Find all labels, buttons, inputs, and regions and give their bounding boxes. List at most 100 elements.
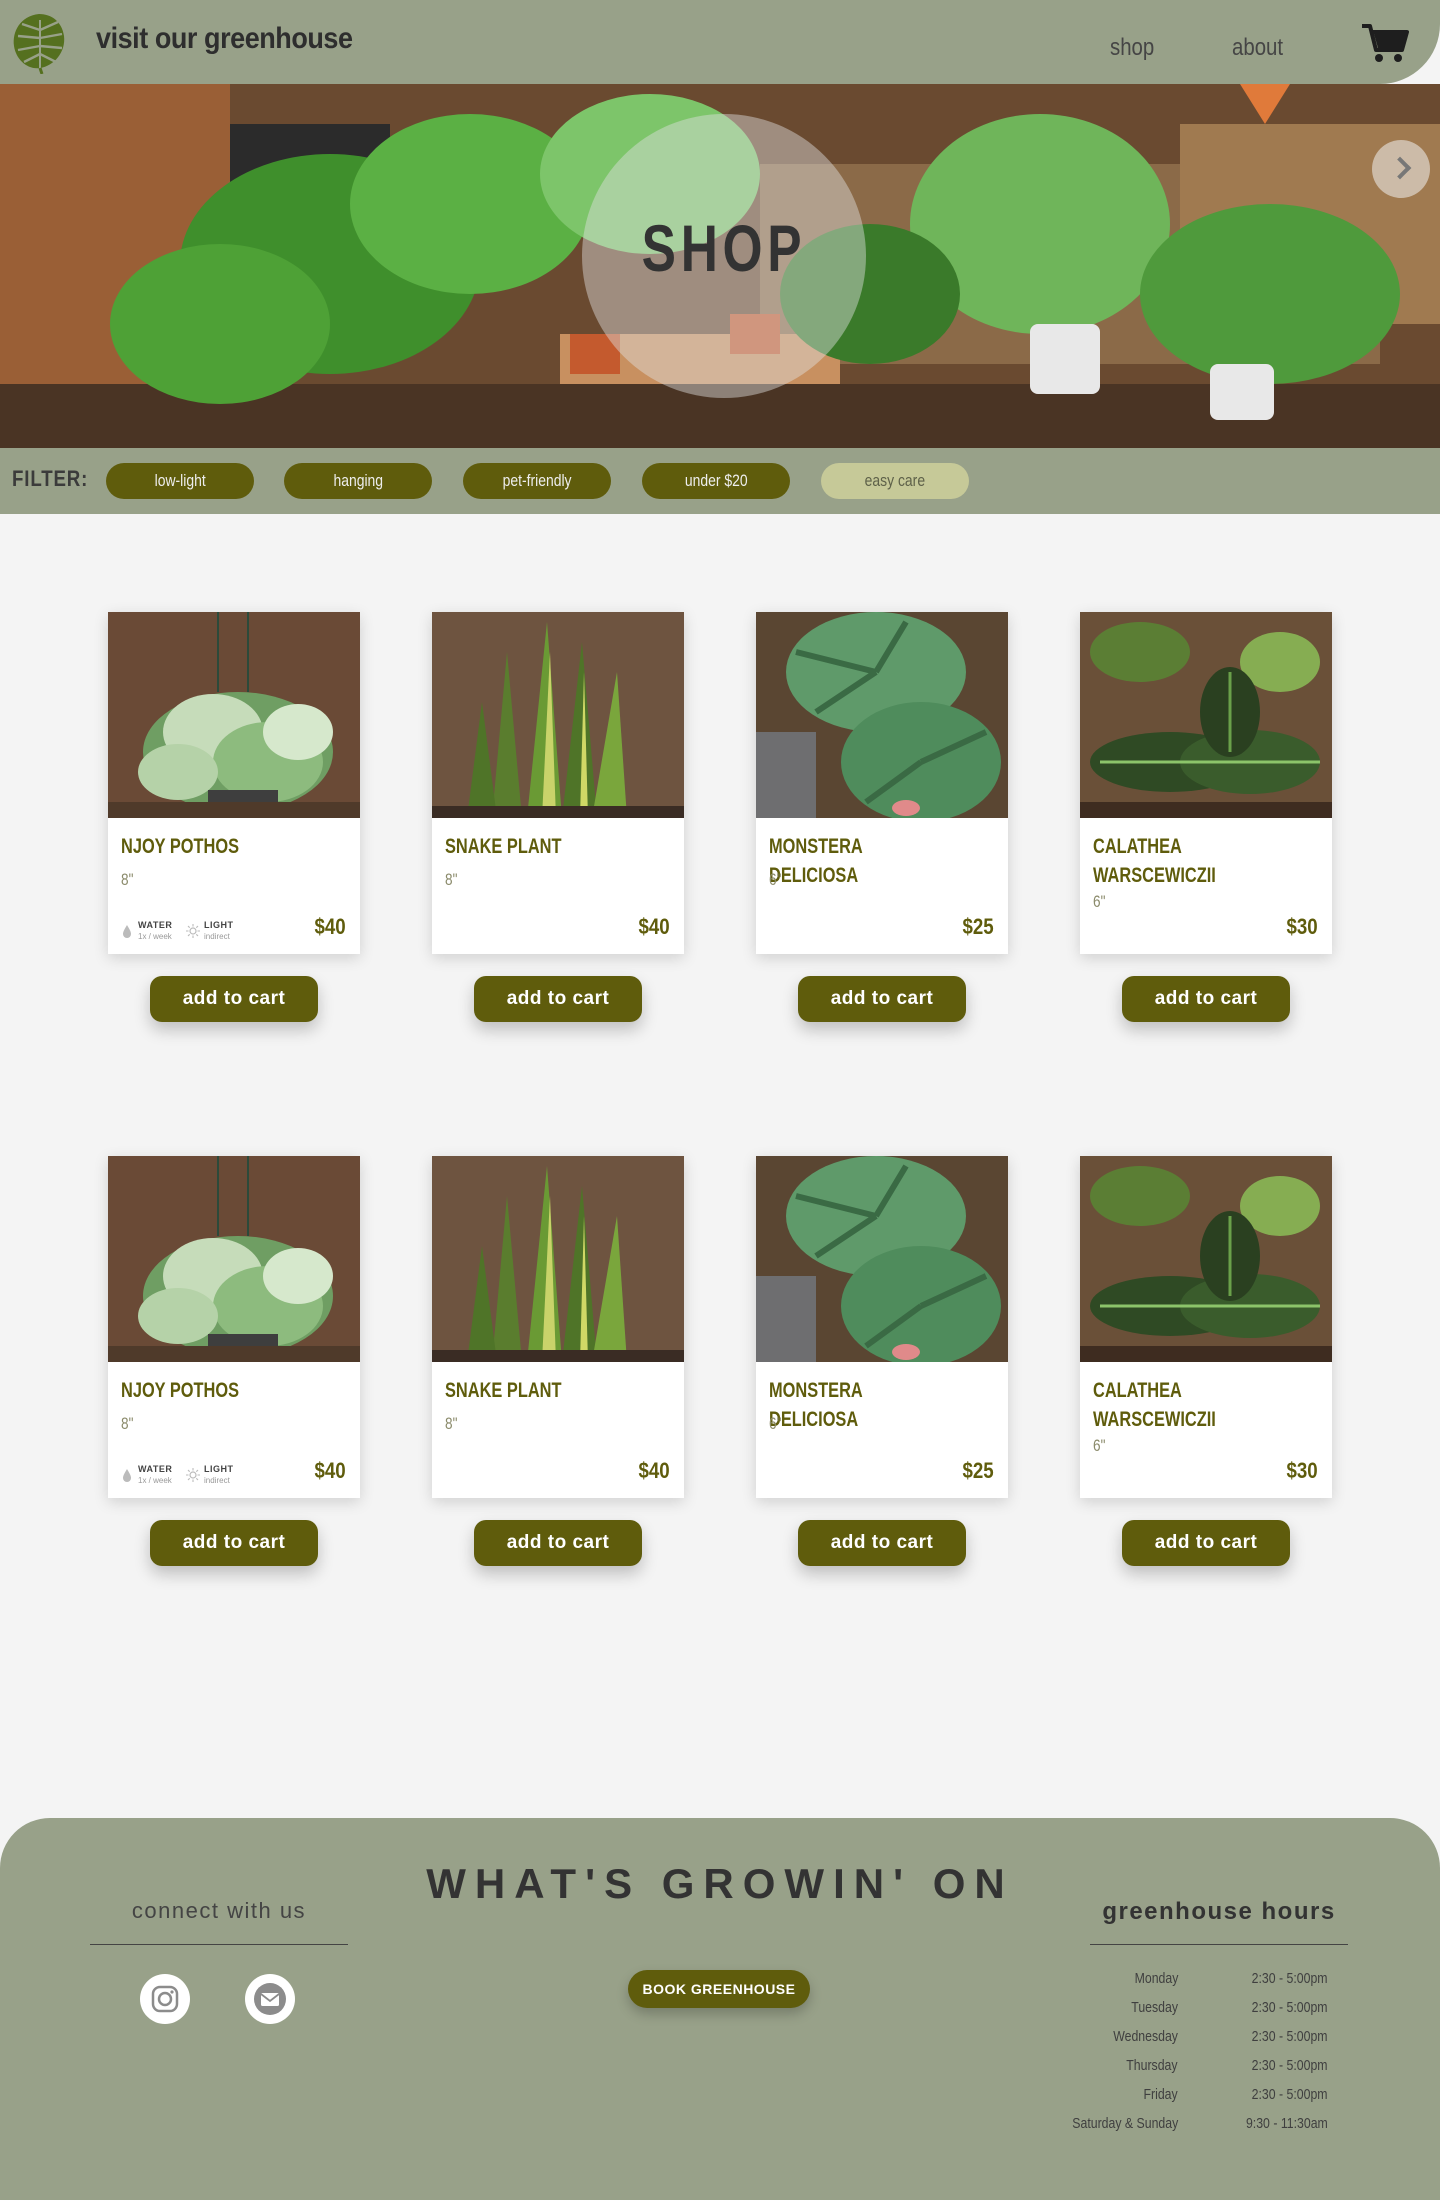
filter-chip-label: easy care bbox=[864, 471, 926, 490]
product-card[interactable]: MONSTERA DELICIOSA 6" $25 bbox=[756, 612, 1008, 954]
product-card[interactable]: MONSTERA DELICIOSA 6" $25 bbox=[756, 1156, 1008, 1498]
product-card[interactable]: CALATHEA WARSCEWICZII 6" $30 bbox=[1080, 1156, 1332, 1498]
product-card[interactable]: NJOY POTHOS 8" WATER 1x / week LIGHT indirect… bbox=[108, 1156, 360, 1498]
hours-title: greenhouse hours bbox=[1102, 1898, 1336, 1925]
filter-label: FILTER: bbox=[12, 466, 89, 491]
add-to-cart-button[interactable]: add to cart bbox=[798, 976, 966, 1022]
hours-row: Monday 2:30 - 5:00pm bbox=[1040, 1970, 1340, 1994]
product-size: 6" bbox=[769, 1414, 782, 1433]
water-label: WATER bbox=[138, 920, 173, 930]
product-card[interactable]: CALATHEA WARSCEWICZII 6" $30 bbox=[1080, 612, 1332, 954]
add-to-cart-button[interactable]: add to cart bbox=[150, 1520, 318, 1566]
instagram-icon bbox=[151, 1985, 179, 2013]
nav-about-link[interactable]: about bbox=[1232, 34, 1283, 62]
product-price: $40 bbox=[638, 914, 670, 939]
hours-row: Saturday & Sunday 9:30 - 11:30am bbox=[1040, 2115, 1340, 2139]
filter-chip-pet-friendly[interactable]: pet-friendly bbox=[463, 463, 611, 499]
product-size: 6" bbox=[769, 870, 782, 889]
add-to-cart-button[interactable]: add to cart bbox=[1122, 1520, 1290, 1566]
filter-chip-easy-care[interactable]: easy care bbox=[821, 463, 969, 499]
product-size: 8" bbox=[121, 1414, 134, 1433]
hours-row: Tuesday 2:30 - 5:00pm bbox=[1040, 1999, 1340, 2023]
water-value: 1x / week bbox=[138, 932, 172, 941]
hours-time: 2:30 - 5:00pm bbox=[1252, 1999, 1328, 2016]
hero-title: SHOP bbox=[641, 211, 807, 285]
product-name[interactable]: CALATHEA WARSCEWICZII bbox=[1093, 1376, 1272, 1434]
product-price: $30 bbox=[1286, 1458, 1318, 1483]
product-price: $25 bbox=[962, 914, 994, 939]
water-drop-icon bbox=[123, 1469, 131, 1482]
hours-time: 2:30 - 5:00pm bbox=[1252, 2028, 1328, 2045]
product-name[interactable]: MONSTERA DELICIOSA bbox=[769, 1376, 948, 1434]
hours-time: 2:30 - 5:00pm bbox=[1252, 2086, 1328, 2103]
footer-headline: WHAT'S GROWIN' ON bbox=[426, 1860, 1014, 1907]
add-to-cart-button[interactable]: add to cart bbox=[150, 976, 318, 1022]
cart-icon[interactable] bbox=[1360, 20, 1410, 64]
filter-chip-label: hanging bbox=[333, 471, 383, 490]
hours-divider bbox=[1090, 1944, 1348, 1945]
product-image[interactable] bbox=[432, 1156, 684, 1362]
email-button[interactable] bbox=[245, 1974, 295, 2024]
filter-chip-label: low-light bbox=[154, 471, 206, 490]
product-price: $30 bbox=[1286, 914, 1318, 939]
hours-row: Thursday 2:30 - 5:00pm bbox=[1040, 2057, 1340, 2081]
add-to-cart-button[interactable]: add to cart bbox=[798, 1520, 966, 1566]
product-name[interactable]: NJOY POTHOS bbox=[121, 832, 300, 861]
instagram-button[interactable] bbox=[140, 1974, 190, 2024]
product-image[interactable] bbox=[756, 1156, 1008, 1362]
product-name[interactable]: SNAKE PLANT bbox=[445, 1376, 624, 1405]
hours-day: Tuesday bbox=[1131, 1999, 1178, 2016]
product-name[interactable]: CALATHEA WARSCEWICZII bbox=[1093, 832, 1272, 890]
product-name[interactable]: SNAKE PLANT bbox=[445, 832, 624, 861]
nav-shop-link[interactable]: shop bbox=[1110, 34, 1154, 62]
add-to-cart-button[interactable]: add to cart bbox=[474, 1520, 642, 1566]
product-image[interactable] bbox=[756, 612, 1008, 818]
product-price: $40 bbox=[638, 1458, 670, 1483]
sun-icon bbox=[186, 924, 200, 938]
product-card[interactable]: NJOY POTHOS 8" WATER 1x / week LIGHT indirect… bbox=[108, 612, 360, 954]
product-image[interactable] bbox=[1080, 1156, 1332, 1362]
filter-chip-under-20[interactable]: under $20 bbox=[642, 463, 790, 499]
product-image[interactable] bbox=[108, 1156, 360, 1362]
product-price: $40 bbox=[314, 914, 346, 939]
hours-day: Monday bbox=[1134, 1970, 1178, 1987]
filter-chip-hanging[interactable]: hanging bbox=[284, 463, 432, 499]
hours-day: Wednesday bbox=[1113, 2028, 1178, 2045]
water-drop-icon bbox=[123, 925, 131, 938]
product-size: 8" bbox=[445, 1414, 458, 1433]
product-name[interactable]: MONSTERA DELICIOSA bbox=[769, 832, 948, 890]
hours-row: Wednesday 2:30 - 5:00pm bbox=[1040, 2028, 1340, 2052]
hours-time: 9:30 - 11:30am bbox=[1246, 2115, 1328, 2132]
water-label: WATER bbox=[138, 1464, 173, 1474]
product-image[interactable] bbox=[108, 612, 360, 818]
product-price: $25 bbox=[962, 1458, 994, 1483]
product-image[interactable] bbox=[432, 612, 684, 818]
hours-day: Thursday bbox=[1126, 2057, 1178, 2074]
site-header: visit our greenhouse shop about bbox=[0, 0, 1440, 84]
site-footer: connect with us WHAT'S GROWIN' ON BOOK G… bbox=[0, 1818, 1440, 2200]
hours-time: 2:30 - 5:00pm bbox=[1252, 2057, 1328, 2074]
add-to-cart-button[interactable]: add to cart bbox=[1122, 976, 1290, 1022]
book-greenhouse-button[interactable]: BOOK GREENHOUSE bbox=[628, 1970, 810, 2008]
carousel-next-button[interactable] bbox=[1372, 140, 1430, 198]
monstera-leaf-icon[interactable] bbox=[10, 10, 68, 74]
light-label: LIGHT bbox=[204, 920, 234, 930]
filter-bar: FILTER: low-light hanging pet-friendly u… bbox=[0, 448, 1440, 514]
product-image[interactable] bbox=[1080, 612, 1332, 818]
add-to-cart-button[interactable]: add to cart bbox=[474, 976, 642, 1022]
water-value: 1x / week bbox=[138, 1476, 172, 1485]
product-card[interactable]: SNAKE PLANT 8" $40 bbox=[432, 1156, 684, 1498]
product-card[interactable]: SNAKE PLANT 8" $40 bbox=[432, 612, 684, 954]
filter-chip-low-light[interactable]: low-light bbox=[106, 463, 254, 499]
hero-banner: SHOP bbox=[0, 84, 1440, 448]
light-label: LIGHT bbox=[204, 1464, 234, 1474]
filter-chip-label: under $20 bbox=[684, 471, 748, 490]
product-size: 8" bbox=[121, 870, 134, 889]
filter-chip-label: pet-friendly bbox=[502, 471, 572, 490]
hours-day: Saturday & Sunday bbox=[1072, 2115, 1178, 2132]
sun-icon bbox=[186, 1468, 200, 1482]
product-name[interactable]: NJOY POTHOS bbox=[121, 1376, 300, 1405]
site-title[interactable]: visit our greenhouse bbox=[96, 22, 353, 56]
hours-time: 2:30 - 5:00pm bbox=[1252, 1970, 1328, 1987]
product-size: 6" bbox=[1093, 892, 1106, 911]
